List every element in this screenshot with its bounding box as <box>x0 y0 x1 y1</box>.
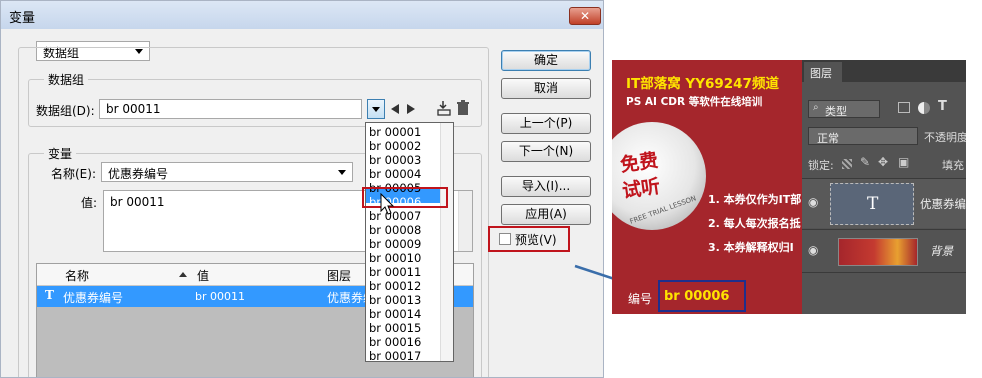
fill-label: 填充 <box>942 159 964 172</box>
layer2-name: 背景 <box>930 244 953 258</box>
lock-pixels-icon[interactable]: ✎ <box>860 155 870 169</box>
title-bar <box>1 1 603 29</box>
tab-layers-label: 图层 <box>810 67 832 80</box>
dropdown-item[interactable]: br 00013 <box>369 293 421 307</box>
name-select[interactable]: 优惠券编号 <box>101 162 353 182</box>
layer-row-background[interactable]: ◉ 背景 <box>802 229 966 273</box>
apply-button[interactable]: 应用(A) <box>501 204 591 225</box>
blend-mode-select[interactable]: 正常 <box>808 127 918 145</box>
value-label: 值: <box>81 196 98 210</box>
dropdown-item[interactable]: br 00017 <box>369 349 421 363</box>
close-button[interactable]: ✕ <box>569 7 601 25</box>
free-trial-stamp: 免费 试听 FREE TRIAL LESSON <box>612 122 706 230</box>
sort-up-icon <box>179 272 187 277</box>
eye-icon[interactable]: ◉ <box>808 243 818 257</box>
dialog-title: 变量 <box>9 11 36 26</box>
kind-filter-value: 类型 <box>825 105 847 118</box>
dataset-field[interactable]: br 00011 <box>99 99 362 119</box>
next-button[interactable]: 下一个(N) <box>501 141 591 162</box>
opacity-label: 不透明度 <box>924 131 966 144</box>
variables-group-legend: 变量 <box>44 145 77 162</box>
cancel-button[interactable]: 取消 <box>501 78 591 99</box>
type-filter-icon[interactable]: T <box>938 99 947 114</box>
coupon-subheader: PS AI CDR 等软件在线培训 <box>626 96 763 108</box>
dropdown-item[interactable]: br 00003 <box>369 153 421 167</box>
layer-row-text[interactable]: ◉ T 优惠券编 <box>802 178 966 228</box>
coupon-number-label: 编号 <box>628 292 653 306</box>
dropdown-item[interactable]: br 00015 <box>369 321 421 335</box>
chevron-down-icon <box>372 107 380 112</box>
dropdown-item[interactable]: br 00010 <box>369 251 421 265</box>
lock-transparency-icon[interactable] <box>842 159 852 169</box>
coupon-rule-2: 2. 每人每次报名抵 <box>708 217 801 230</box>
dropdown-item[interactable]: br 00016 <box>369 335 421 349</box>
coupon-rule-3: 3. 本券解释权归I <box>708 241 794 254</box>
dataset-field-value: br 00011 <box>106 102 161 116</box>
layers-panel: 图层 ⌕ 类型 T 正常 不透明度 锁定: ✎ ✥ ▣ 填充 ◉ T 优惠券编 … <box>802 60 966 314</box>
dropdown-item[interactable]: br 00002 <box>369 139 421 153</box>
value-text: br 00011 <box>110 195 165 209</box>
name-label: 名称(E): <box>51 167 96 181</box>
coupon-number-value: br 00006 <box>664 289 730 304</box>
photoshop-preview: IT部落窝 YY69247频道 PS AI CDR 等软件在线培训 免费 试听 … <box>612 60 966 314</box>
name-select-value: 优惠券编号 <box>108 167 169 181</box>
tab-layers[interactable]: 图层 <box>804 62 842 82</box>
trash-icon[interactable] <box>456 100 470 116</box>
dropdown-item[interactable]: br 00012 <box>369 279 421 293</box>
previous-dataset-icon[interactable] <box>391 104 399 114</box>
dropdown-item[interactable]: br 00008 <box>369 223 421 237</box>
dataset-dropdown-button[interactable] <box>367 99 385 119</box>
dropdown-scrollbar[interactable] <box>440 123 453 361</box>
image-filter-icon[interactable] <box>898 102 910 113</box>
dropdown-item[interactable]: br 00014 <box>369 307 421 321</box>
coupon-canvas: IT部落窝 YY69247频道 PS AI CDR 等软件在线培训 免费 试听 … <box>612 60 802 314</box>
dropdown-highlight <box>362 187 448 208</box>
dataset-dropdown-list: br 00001 br 00002 br 00003 br 00004 br 00005… <box>365 122 454 363</box>
previous-button[interactable]: 上一个(P) <box>501 113 591 134</box>
coupon-header: IT部落窝 YY69247频道 <box>626 76 779 92</box>
layer-thumbnail: T <box>830 183 914 225</box>
cursor-icon <box>380 193 395 215</box>
eye-icon[interactable]: ◉ <box>808 195 818 209</box>
save-dataset-icon[interactable] <box>435 99 453 117</box>
value-scrollbar[interactable] <box>458 191 472 251</box>
header-name[interactable]: 名称 <box>65 267 89 284</box>
dropdown-item[interactable]: br 00009 <box>369 237 421 251</box>
next-dataset-icon[interactable] <box>407 104 415 114</box>
lock-label: 锁定: <box>808 159 834 172</box>
text-layer-icon: T <box>867 194 879 214</box>
ok-button[interactable]: 确定 <box>501 50 591 71</box>
header-layer[interactable]: 图层 <box>327 267 351 284</box>
stamp-line2: 试听 <box>620 175 662 203</box>
dataset-group-legend: 数据组 <box>44 71 89 88</box>
dropdown-item[interactable]: br 00001 <box>369 125 421 139</box>
lock-all-icon[interactable]: ▣ <box>898 155 909 169</box>
dropdown-item[interactable]: br 00004 <box>369 167 421 181</box>
variables-dialog: 变量 ✕ 数据组 数据组 数据组(D): br 00011 变量 名称(E): … <box>0 0 604 378</box>
coupon-rule-1: 1. 本券仅作为IT部 <box>708 193 802 206</box>
kind-filter-select[interactable]: ⌕ 类型 <box>808 100 880 118</box>
text-layer-icon: T <box>45 288 54 302</box>
layer1-name: 优惠券编 <box>920 197 966 211</box>
lock-position-icon[interactable]: ✥ <box>878 155 888 169</box>
row-value: br 00011 <box>195 290 245 303</box>
chevron-down-icon <box>338 170 346 175</box>
dataset-label: 数据组(D): <box>36 104 95 118</box>
row-name: 优惠券编号 <box>63 291 124 305</box>
background-thumbnail <box>838 238 918 266</box>
dropdown-item[interactable]: br 00011 <box>369 265 421 279</box>
blend-mode-value: 正常 <box>817 132 839 145</box>
preview-checkbox[interactable] <box>499 233 511 245</box>
import-button[interactable]: 导入(I)... <box>501 176 591 197</box>
preview-label: 预览(V) <box>515 233 557 247</box>
adjustment-filter-icon[interactable] <box>918 102 930 114</box>
search-icon: ⌕ <box>813 102 819 113</box>
header-value[interactable]: 值 <box>197 267 209 284</box>
